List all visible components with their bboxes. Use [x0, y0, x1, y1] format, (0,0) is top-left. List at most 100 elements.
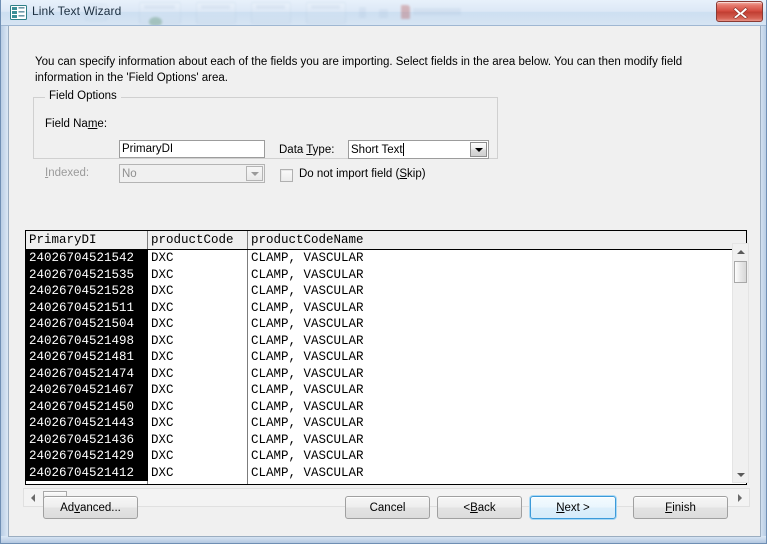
- grid-cell[interactable]: CLAMP, VASCULAR: [248, 465, 746, 482]
- grid-cell[interactable]: 24026704521504: [26, 316, 148, 333]
- text-caret: [402, 143, 404, 156]
- grid-cell[interactable]: DXC: [148, 399, 248, 416]
- grid-cell[interactable]: 24026704521542: [26, 250, 148, 267]
- table-row[interactable]: 24026704521436 DXC CLAMP, VASCULAR: [26, 431, 746, 449]
- scroll-down-button[interactable]: [733, 467, 748, 482]
- do-not-import-checkbox[interactable]: [280, 169, 293, 182]
- grid-cell[interactable]: DXC: [148, 415, 248, 432]
- link-text-wizard-window: Link Text Wizard You can specify informa…: [0, 0, 767, 544]
- grid-cell[interactable]: CLAMP, VASCULAR: [248, 300, 746, 317]
- indexed-combo[interactable]: No: [119, 164, 265, 183]
- window-frame-bottom: [1, 536, 766, 543]
- ghost-ribbon-small-1: [359, 7, 366, 18]
- grid-cell[interactable]: DXC: [148, 432, 248, 449]
- vertical-scroll-thumb[interactable]: [734, 261, 747, 283]
- grid-cell[interactable]: CLAMP, VASCULAR: [248, 333, 746, 350]
- triangle-left-icon: [31, 494, 35, 502]
- grid-vertical-scrollbar[interactable]: [732, 243, 749, 483]
- close-button[interactable]: [716, 1, 763, 22]
- finish-button[interactable]: Finish: [633, 496, 728, 519]
- grid-cell[interactable]: CLAMP, VASCULAR: [248, 432, 746, 449]
- table-row[interactable]: 24026704521535 DXC CLAMP, VASCULAR: [26, 266, 746, 284]
- grid-cell[interactable]: DXC: [148, 267, 248, 284]
- data-type-dropdown-button[interactable]: [470, 142, 487, 157]
- ghost-ribbon-red-glyph: [401, 5, 410, 19]
- grid-cell[interactable]: 24026704521436: [26, 431, 148, 448]
- grid-cell[interactable]: 24026704521467: [26, 382, 148, 399]
- table-row[interactable]: 24026704521443 DXC CLAMP, VASCULAR: [26, 415, 746, 432]
- triangle-up-icon: [736, 249, 745, 254]
- grid-cell[interactable]: CLAMP, VASCULAR: [248, 283, 746, 300]
- window-icon: [10, 5, 27, 20]
- grid-cell[interactable]: 24026704521481: [26, 349, 148, 366]
- grid-column-header[interactable]: productCode: [148, 231, 248, 249]
- grid-cell[interactable]: DXC: [148, 349, 248, 366]
- advanced-button[interactable]: Ad v anced...: [43, 496, 138, 519]
- grid-cell[interactable]: DXC: [148, 465, 248, 482]
- table-row[interactable]: 24026704521542 DXC CLAMP, VASCULAR: [26, 250, 746, 267]
- grid-cell[interactable]: CLAMP, VASCULAR: [248, 382, 746, 399]
- triangle-down-icon: [736, 472, 745, 477]
- table-row[interactable]: 24026704521504 DXC CLAMP, VASCULAR: [26, 316, 746, 333]
- ghost-ribbon-bar-2: [144, 5, 175, 9]
- grid-cell[interactable]: 24026704521528: [26, 283, 148, 300]
- table-row[interactable]: 24026704521498 DXC CLAMP, VASCULAR: [26, 332, 746, 350]
- grid-cell[interactable]: CLAMP, VASCULAR: [248, 250, 746, 267]
- grid-cell[interactable]: CLAMP, VASCULAR: [248, 316, 746, 333]
- grid-cell[interactable]: CLAMP, VASCULAR: [248, 366, 746, 383]
- table-row[interactable]: 24026704521450 DXC CLAMP, VASCULAR: [26, 398, 746, 416]
- grid-column-header[interactable]: productCodeName: [248, 231, 746, 249]
- scroll-right-button[interactable]: [733, 491, 747, 505]
- field-options-legend: Field Options: [45, 90, 121, 102]
- grid-cell[interactable]: 24026704521474: [26, 365, 148, 382]
- grid-header-row: PrimaryDI productCode productCodeName: [26, 231, 746, 250]
- grid-cell[interactable]: 24026704521412: [26, 464, 148, 481]
- indexed-label: Indexed:: [45, 167, 90, 179]
- grid-cell[interactable]: 24026704521429: [26, 448, 148, 465]
- next-button[interactable]: Next >: [530, 496, 616, 519]
- chevron-down-icon: [474, 147, 483, 152]
- grid-cell[interactable]: DXC: [148, 283, 248, 300]
- grid-cell[interactable]: DXC: [148, 366, 248, 383]
- grid-column-header[interactable]: PrimaryDI: [26, 231, 148, 249]
- field-name-label: Field Name:: [45, 118, 108, 130]
- window-frame-left: [1, 0, 8, 543]
- grid-cell[interactable]: DXC: [148, 300, 248, 317]
- grid-cell[interactable]: 24026704521535: [26, 266, 148, 283]
- grid-cell[interactable]: DXC: [148, 316, 248, 333]
- grid-cell[interactable]: CLAMP, VASCULAR: [248, 399, 746, 416]
- grid-cell[interactable]: DXC: [148, 382, 248, 399]
- back-button[interactable]: < Back: [437, 496, 522, 519]
- ghost-ribbon-bar-4: [256, 5, 285, 9]
- scroll-left-button[interactable]: [26, 491, 40, 505]
- grid-cell[interactable]: 24026704521498: [26, 332, 148, 349]
- grid-cell[interactable]: 24026704521511: [26, 299, 148, 316]
- grid-cell[interactable]: 24026704521450: [26, 398, 148, 415]
- table-row[interactable]: 24026704521429 DXC CLAMP, VASCULAR: [26, 448, 746, 465]
- data-type-value: Short Text: [351, 143, 404, 156]
- grid-cell[interactable]: CLAMP, VASCULAR: [248, 349, 746, 366]
- indexed-dropdown-button[interactable]: [246, 166, 263, 181]
- table-row[interactable]: 24026704521528 DXC CLAMP, VASCULAR: [26, 283, 746, 300]
- grid-cell[interactable]: CLAMP, VASCULAR: [248, 415, 746, 432]
- table-row[interactable]: 24026704521474 DXC CLAMP, VASCULAR: [26, 365, 746, 383]
- table-row[interactable]: 24026704521412 DXC CLAMP, VASCULAR: [26, 464, 746, 482]
- do-not-import-label[interactable]: Do not import field (Skip): [299, 168, 426, 180]
- grid-cell[interactable]: DXC: [148, 448, 248, 465]
- title-bar[interactable]: Link Text Wizard: [1, 0, 766, 26]
- table-row[interactable]: 24026704521511 DXC CLAMP, VASCULAR: [26, 299, 746, 317]
- grid-cell[interactable]: DXC: [148, 333, 248, 350]
- table-row[interactable]: 24026704521481 DXC CLAMP, VASCULAR: [26, 349, 746, 366]
- field-name-input[interactable]: PrimaryDI: [119, 140, 265, 158]
- data-type-label: Data Type:: [279, 144, 335, 156]
- grid-cell[interactable]: DXC: [148, 250, 248, 267]
- scroll-up-button[interactable]: [733, 244, 748, 259]
- grid-cell[interactable]: 24026704521443: [26, 415, 148, 432]
- grid-cell[interactable]: CLAMP, VASCULAR: [248, 448, 746, 465]
- cancel-button[interactable]: Cancel: [345, 496, 430, 519]
- data-preview-grid[interactable]: PrimaryDI productCode productCodeName 2402…: [25, 230, 747, 485]
- chevron-down-icon: [250, 171, 259, 176]
- grid-cell[interactable]: CLAMP, VASCULAR: [248, 267, 746, 284]
- table-row[interactable]: 24026704521467 DXC CLAMP, VASCULAR: [26, 382, 746, 399]
- data-type-combo[interactable]: Short Text: [348, 140, 489, 159]
